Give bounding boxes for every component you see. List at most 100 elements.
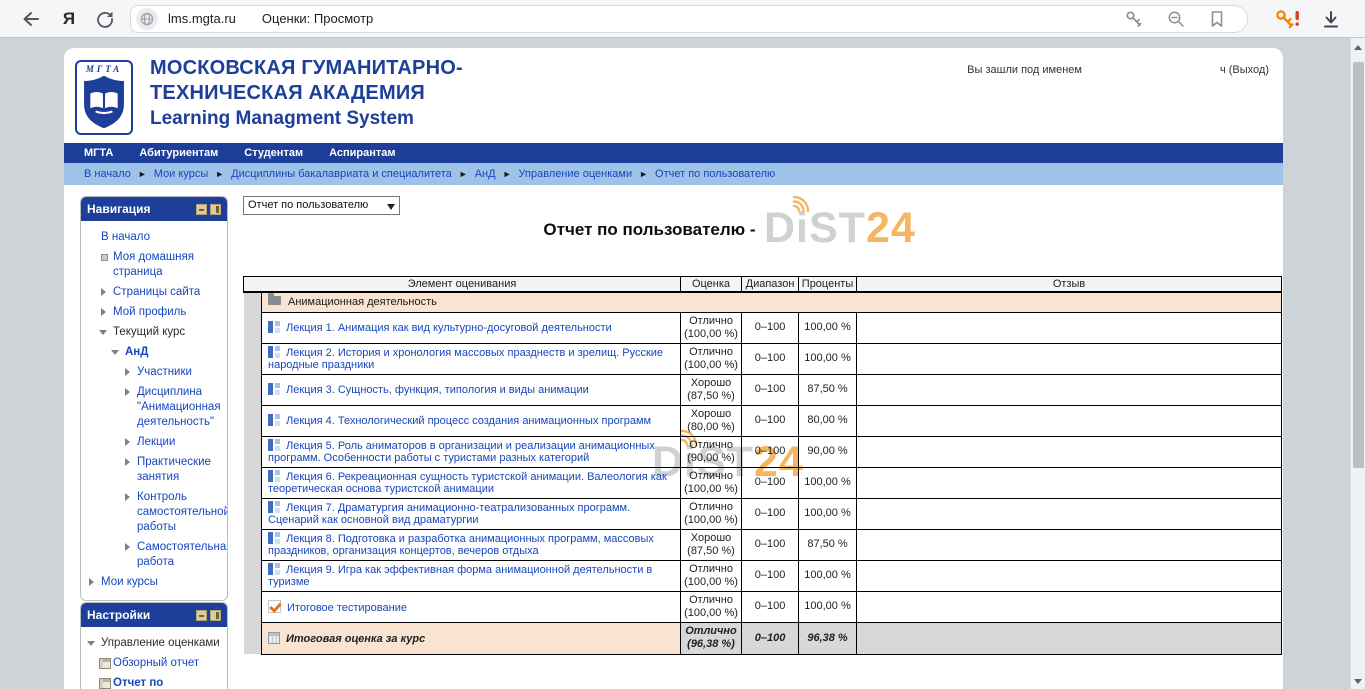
zoom-search-icon[interactable] <box>1167 10 1185 28</box>
breadcrumb-link[interactable]: Управление оценками <box>519 168 633 180</box>
breadcrumb-link[interactable]: Мои курсы <box>154 168 208 180</box>
range-cell: 0–100 <box>742 622 799 654</box>
dock-block-icon[interactable] <box>210 204 221 215</box>
lesson-icon <box>268 346 280 358</box>
vertical-scrollbar[interactable] <box>1350 38 1365 689</box>
grade-cell: Отлично(100,00 %) <box>681 343 742 374</box>
nav-item-МГТА[interactable]: МГТА <box>84 147 113 159</box>
navigation-block: Навигация В началоМоя домашняя страницаС… <box>80 196 228 601</box>
grade-item-link[interactable]: Лекция 9. Игра как эффективная форма ани… <box>268 564 652 588</box>
feedback-cell <box>857 436 1282 467</box>
item-name-cell: Лекция 4. Технологический процесс создан… <box>262 405 681 436</box>
sidebar-item[interactable]: Моя домашняя страница <box>85 249 223 281</box>
percent-cell: 87,50 % <box>799 374 857 405</box>
indent-cell <box>244 529 262 560</box>
logout-link[interactable]: ч (Выход) <box>1220 64 1269 76</box>
arrow-right-icon <box>123 365 133 378</box>
report-icon <box>99 656 109 669</box>
item-name-cell: Лекция 9. Игра как эффективная форма ани… <box>262 560 681 591</box>
scroll-down-icon[interactable] <box>1354 679 1362 684</box>
collapse-block-icon[interactable] <box>196 610 207 621</box>
grade-cell: Отлично(100,00 %) <box>681 467 742 498</box>
sidebar-item[interactable]: Контроль самостоятельной работы <box>85 489 223 536</box>
sidebar-item[interactable]: Участники <box>85 364 223 381</box>
category-row: Анимационная деятельность <box>244 292 1282 312</box>
sidebar-item[interactable]: Текущий курс <box>85 324 223 341</box>
sidebar-item[interactable]: В начало <box>85 229 223 246</box>
sidebar-item-label: Самостоятельная работа <box>137 540 228 570</box>
yandex-logo-button[interactable]: Я <box>56 9 82 29</box>
sidebar-item[interactable]: Страницы сайта <box>85 284 223 301</box>
bookmark-icon[interactable] <box>1209 10 1225 28</box>
sidebar-item[interactable]: Управление оценками <box>85 635 223 652</box>
password-key-icon[interactable] <box>1125 10 1143 28</box>
percent-cell: 80,00 % <box>799 405 857 436</box>
breadcrumb-link[interactable]: Отчет по пользователю <box>655 168 775 180</box>
grade-item-link[interactable]: Лекция 2. История и хронология массовых … <box>268 347 663 371</box>
sidebar-item[interactable]: Мой профиль <box>85 304 223 321</box>
refresh-icon <box>95 9 115 29</box>
percent-cell: 100,00 % <box>799 498 857 529</box>
indent-cell <box>244 436 262 467</box>
sidebar-item-label: Практические занятия <box>137 455 221 485</box>
page-title-text: Оценки: Просмотр <box>262 11 373 26</box>
percent-cell: 90,00 % <box>799 436 857 467</box>
sidebar-item[interactable]: Самостоятельная работа <box>85 539 223 571</box>
grade-item-link[interactable]: Лекция 4. Технологический процесс создан… <box>286 415 651 427</box>
grade-cell: Отлично(90,00 %) <box>681 436 742 467</box>
grade-item-link[interactable]: Лекция 8. Подготовка и разработка анимац… <box>268 533 654 557</box>
report-type-select[interactable]: Отчет по пользователю <box>243 196 400 215</box>
grade-item-link[interactable]: Лекция 1. Анимация как вид культурно-дос… <box>286 322 612 334</box>
collapse-block-icon[interactable] <box>196 204 207 215</box>
breadcrumb-link[interactable]: АнД <box>475 168 496 180</box>
nav-item-Студентам[interactable]: Студентам <box>244 147 303 159</box>
back-button[interactable] <box>18 8 44 30</box>
grade-word: Хорошо <box>683 408 739 421</box>
breadcrumb-link[interactable]: Дисциплины бакалавриата и специалитета <box>231 168 452 180</box>
navigation-tree: В начало Моя домашняя страница Страницы са… <box>81 221 227 600</box>
lesson-icon <box>268 532 280 544</box>
scroll-up-icon[interactable] <box>1354 45 1362 50</box>
scrollbar-thumb[interactable] <box>1353 62 1364 468</box>
sidebar-item[interactable]: Мои курсы <box>85 574 223 591</box>
sidebar-item[interactable]: АнД <box>85 344 223 361</box>
lesson-icon <box>268 470 280 482</box>
sidebar-item[interactable]: Лекции <box>85 434 223 451</box>
range-cell: 0–100 <box>742 560 799 591</box>
sidebar-item[interactable]: Отчет по пользователю <box>85 675 223 689</box>
refresh-button[interactable] <box>92 9 118 29</box>
grade-word: Отлично <box>683 594 739 607</box>
sidebar-item-label: Мои курсы <box>101 575 221 590</box>
address-bar[interactable]: lms.mgta.ru Оценки: Просмотр <box>130 5 1248 33</box>
org-title-line3: Learning Managment System <box>150 106 463 131</box>
nav-item-Аспирантам[interactable]: Аспирантам <box>329 147 395 159</box>
academy-logo[interactable]: МГТА <box>75 60 133 135</box>
protect-alert-button[interactable] <box>1274 8 1301 30</box>
breadcrumb-link[interactable]: В начало <box>84 168 131 180</box>
arrow-right-icon <box>123 385 133 398</box>
arrow-right-icon <box>123 540 133 553</box>
dock-block-icon[interactable] <box>210 610 221 621</box>
feedback-cell <box>857 405 1282 436</box>
sidebar-item-label: В начало <box>101 230 221 245</box>
sidebar-item[interactable]: Дисциплина "Анимационная деятельность" <box>85 384 223 431</box>
grade-item-link[interactable]: Итоговое тестирование <box>287 602 407 614</box>
feedback-cell <box>857 591 1282 622</box>
grade-item-link[interactable]: Лекция 6. Рекреационная сущность туристс… <box>268 471 667 495</box>
arrow-right-icon <box>123 490 133 503</box>
calculator-icon <box>268 632 280 644</box>
range-cell: 0–100 <box>742 436 799 467</box>
grade-item-link[interactable]: Лекция 3. Сущность, функция, типология и… <box>286 384 589 396</box>
grade-item-link[interactable]: Лекция 7. Драматургия анимационно-театра… <box>268 502 630 526</box>
bullet-icon <box>99 250 109 263</box>
arrow-right-icon <box>123 435 133 448</box>
grade-percent: (100,00 %) <box>683 328 739 341</box>
nav-item-Абитуриентам[interactable]: Абитуриентам <box>139 147 218 159</box>
sidebar-item[interactable]: Практические занятия <box>85 454 223 486</box>
grade-item-link[interactable]: Лекция 5. Роль аниматоров в организации … <box>268 440 655 464</box>
sidebar-item[interactable]: Обзорный отчет <box>85 655 223 672</box>
range-cell: 0–100 <box>742 343 799 374</box>
settings-block-header: Настройки <box>81 603 227 627</box>
downloads-button[interactable] <box>1321 9 1341 29</box>
arrow-right-icon <box>123 455 133 468</box>
